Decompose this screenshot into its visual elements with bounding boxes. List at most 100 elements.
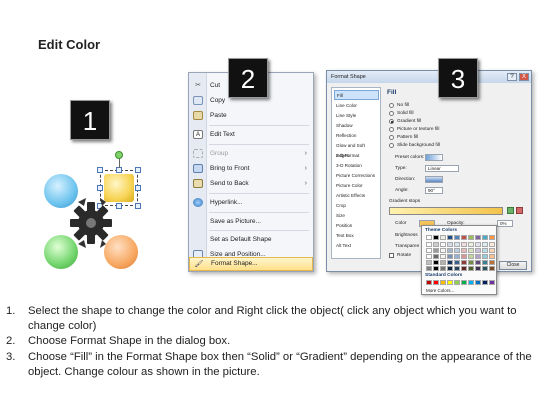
color-swatch[interactable] [426, 254, 432, 259]
radio-no-fill[interactable] [389, 103, 394, 108]
menu-item-group[interactable]: Group › [189, 146, 313, 161]
color-swatch[interactable] [461, 260, 467, 265]
category-line-style[interactable]: Line Style [334, 111, 379, 121]
preset-colors-dropdown[interactable] [425, 154, 443, 161]
color-swatch[interactable] [440, 266, 446, 271]
radio-picture-fill[interactable] [389, 127, 394, 132]
color-swatch[interactable] [447, 260, 453, 265]
color-swatch[interactable] [426, 260, 432, 265]
color-swatch[interactable] [440, 242, 446, 247]
menu-item-set-default-shape[interactable]: Set as Default Shape [189, 232, 313, 247]
color-swatch[interactable] [454, 235, 460, 240]
category-line-color[interactable]: Line Color [334, 101, 379, 111]
color-swatch[interactable] [433, 235, 439, 240]
color-swatch[interactable] [454, 254, 460, 259]
gradient-stop-remove-icon[interactable] [516, 207, 523, 214]
color-swatch[interactable] [433, 280, 439, 285]
color-swatch[interactable] [489, 248, 495, 253]
category-3d-rotation[interactable]: 3-D Rotation [334, 161, 379, 171]
color-swatch[interactable] [433, 260, 439, 265]
color-swatch[interactable] [426, 280, 432, 285]
color-swatch[interactable] [440, 235, 446, 240]
category-size[interactable]: Size [334, 211, 379, 221]
color-swatch[interactable] [440, 248, 446, 253]
color-swatch[interactable] [447, 235, 453, 240]
menu-item-edit-text[interactable]: A Edit Text [189, 127, 313, 142]
color-swatch[interactable] [468, 254, 474, 259]
rotate-checkbox[interactable] [389, 253, 394, 258]
color-swatch[interactable] [454, 266, 460, 271]
color-swatch[interactable] [468, 266, 474, 271]
color-swatch[interactable] [426, 235, 432, 240]
color-swatch[interactable] [426, 242, 432, 247]
color-swatch[interactable] [489, 266, 495, 271]
color-swatch[interactable] [433, 266, 439, 271]
color-swatch[interactable] [489, 260, 495, 265]
color-swatch[interactable] [447, 248, 453, 253]
color-swatch[interactable] [482, 235, 488, 240]
direction-dropdown[interactable] [425, 176, 443, 183]
angle-input[interactable]: 90° [425, 187, 443, 194]
category-reflection[interactable]: Reflection [334, 131, 379, 141]
color-swatch[interactable] [489, 280, 495, 285]
color-swatch[interactable] [489, 242, 495, 247]
color-swatch[interactable] [482, 260, 488, 265]
type-dropdown[interactable]: Linear [425, 165, 459, 172]
color-swatch[interactable] [461, 280, 467, 285]
color-swatch[interactable] [433, 254, 439, 259]
color-swatch[interactable] [440, 254, 446, 259]
category-text-box[interactable]: Text Box [334, 231, 379, 241]
color-swatch[interactable] [482, 248, 488, 253]
color-swatch[interactable] [475, 266, 481, 271]
category-glow[interactable]: Glow and Soft Edges [334, 141, 379, 158]
menu-item-send-to-back[interactable]: Send to Back › [189, 176, 313, 191]
close-button[interactable]: Close [499, 261, 527, 270]
color-swatch[interactable] [447, 254, 453, 259]
radio-slide-background-fill[interactable] [389, 143, 394, 148]
menu-item-hyperlink[interactable]: Hyperlink... [189, 195, 313, 210]
color-swatch[interactable] [468, 242, 474, 247]
category-fill[interactable]: Fill [334, 90, 379, 100]
color-swatch[interactable] [426, 266, 432, 271]
color-swatch[interactable] [440, 260, 446, 265]
color-swatch[interactable] [454, 248, 460, 253]
color-swatch[interactable] [489, 254, 495, 259]
gradient-stops-bar[interactable] [389, 207, 503, 215]
menu-item-save-as-picture[interactable]: Save as Picture... [189, 214, 313, 229]
gradient-stop-add-icon[interactable] [507, 207, 514, 214]
color-swatch[interactable] [482, 280, 488, 285]
color-swatch[interactable] [475, 248, 481, 253]
color-swatch[interactable] [489, 235, 495, 240]
menu-item-paste[interactable]: Paste [189, 108, 313, 123]
color-swatch[interactable] [433, 248, 439, 253]
color-swatch[interactable] [454, 242, 460, 247]
color-swatch[interactable] [475, 260, 481, 265]
menu-item-bring-to-front[interactable]: Bring to Front › [189, 161, 313, 176]
category-artistic-effects[interactable]: Artistic Effects [334, 191, 379, 201]
category-shadow[interactable]: Shadow [334, 121, 379, 131]
color-swatch[interactable] [468, 235, 474, 240]
category-3d-format[interactable]: 3-D Format [334, 151, 379, 161]
category-picture-corrections[interactable]: Picture Corrections [334, 171, 379, 181]
color-swatch[interactable] [461, 266, 467, 271]
category-picture-color[interactable]: Picture Color [334, 181, 379, 191]
color-swatch[interactable] [468, 280, 474, 285]
color-swatch[interactable] [461, 254, 467, 259]
color-swatch[interactable] [426, 248, 432, 253]
color-swatch[interactable] [447, 266, 453, 271]
color-swatch[interactable] [454, 280, 460, 285]
radio-pattern-fill[interactable] [389, 135, 394, 140]
color-swatch[interactable] [475, 254, 481, 259]
color-swatch[interactable] [475, 235, 481, 240]
color-swatch[interactable] [475, 280, 481, 285]
category-alt-text[interactable]: Alt Text [334, 241, 379, 251]
color-swatch[interactable] [433, 242, 439, 247]
color-swatch[interactable] [482, 242, 488, 247]
color-swatch[interactable] [447, 280, 453, 285]
color-swatch[interactable] [454, 260, 460, 265]
color-swatch[interactable] [461, 248, 467, 253]
color-swatch[interactable] [447, 242, 453, 247]
menu-item-format-shape[interactable]: 🖌 Format Shape... [189, 257, 313, 271]
color-swatch[interactable] [468, 248, 474, 253]
close-icon[interactable]: X [519, 73, 529, 81]
